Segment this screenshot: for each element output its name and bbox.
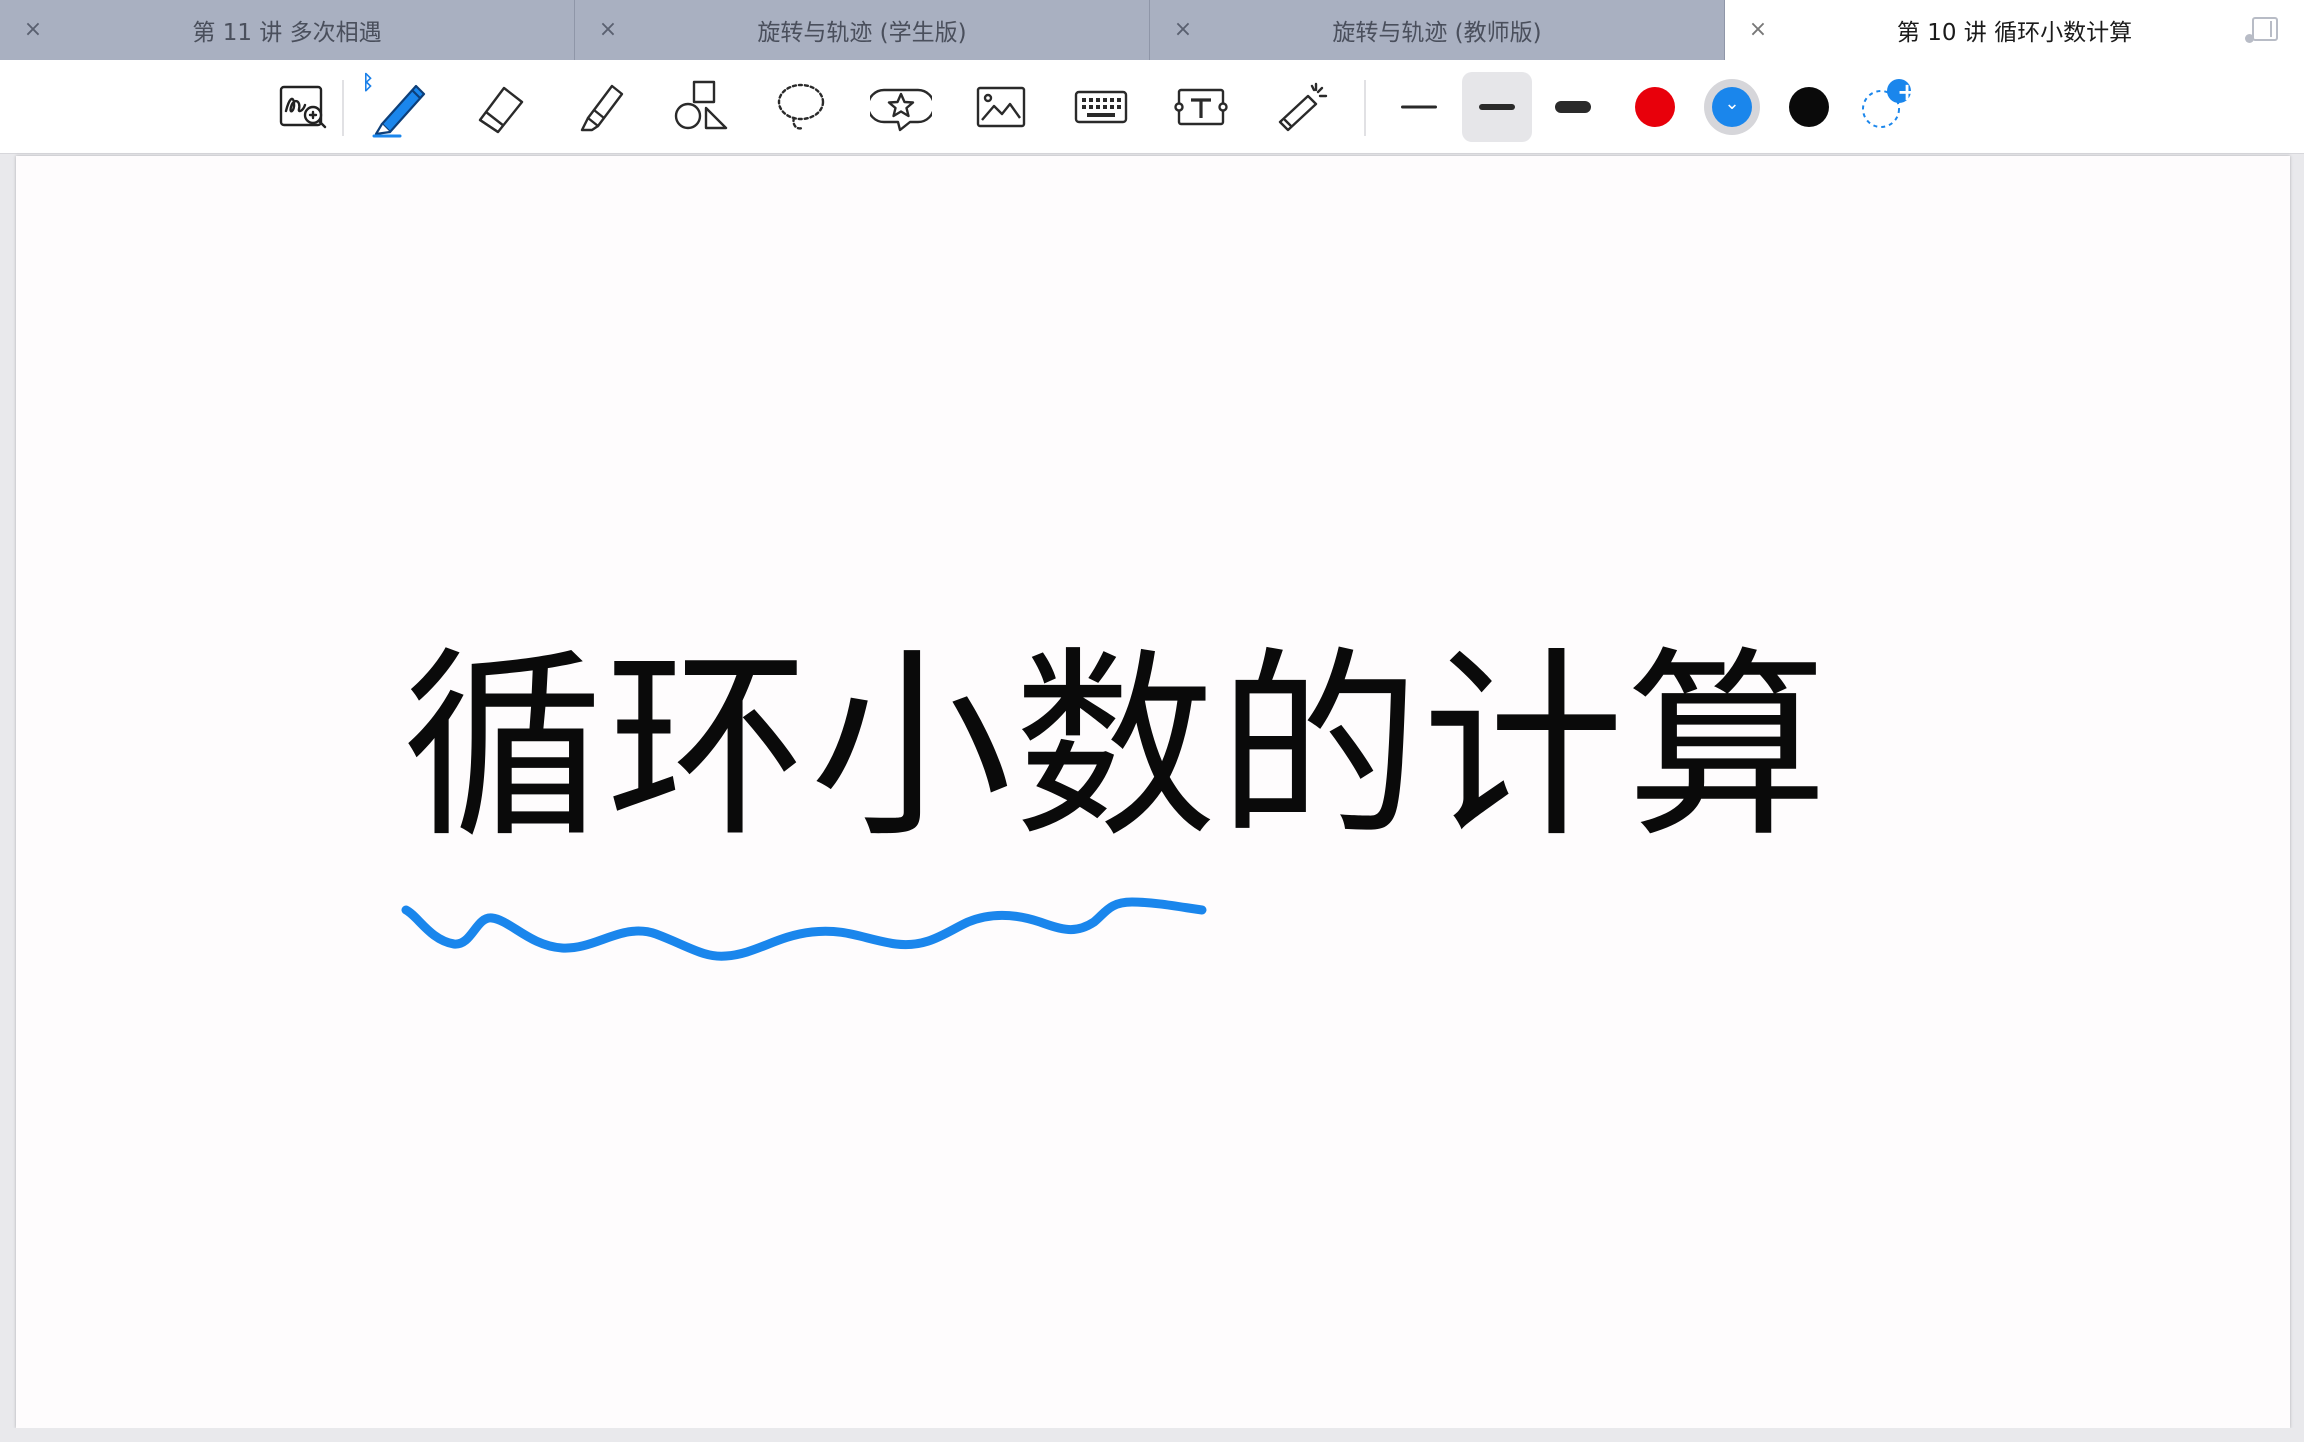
plus-icon: + [1897, 78, 1918, 106]
tab-close-icon[interactable]: × [1170, 16, 1196, 42]
red-dot [1635, 87, 1675, 127]
tab-bar: × 第 11 讲 多次相遇 × 旋转与轨迹 (学生版) × 旋转与轨迹 (教师版… [0, 0, 2304, 60]
lasso-icon[interactable] [766, 72, 836, 142]
tab-label: 旋转与轨迹 (学生版) [757, 20, 967, 46]
add-color-button[interactable]: + [1850, 72, 1920, 142]
image-icon[interactable] [966, 72, 1036, 142]
split-view-icon[interactable] [2245, 17, 2278, 43]
tab-rotation-teacher[interactable]: × 旋转与轨迹 (教师版) [1150, 0, 1725, 60]
laser-pointer-icon[interactable] [1266, 72, 1336, 142]
note-page[interactable]: 循环小数的计算 [16, 156, 2290, 1428]
tab-multiple-meetings[interactable]: × 第 11 讲 多次相遇 [0, 0, 575, 60]
highlighter-icon[interactable] [566, 72, 636, 142]
stroke-width-medium[interactable] [1462, 72, 1532, 142]
tab-recurring-decimals[interactable]: × 第 10 讲 循环小数计算 [1725, 0, 2304, 60]
stroke-width-thick[interactable] [1538, 72, 1608, 142]
keyboard-icon[interactable] [1066, 72, 1136, 142]
tab-label: 第 10 讲 循环小数计算 [1896, 20, 2133, 46]
zoom-write-icon[interactable] [268, 72, 338, 142]
stroke-width-thin[interactable] [1384, 72, 1454, 142]
eraser-icon[interactable] [466, 72, 536, 142]
underline-ink-stroke [401, 897, 1207, 961]
toolbar: ᛒ ⌄ + [0, 60, 2304, 154]
sticker-icon[interactable] [866, 72, 936, 142]
shapes-icon[interactable] [666, 72, 736, 142]
tab-label: 旋转与轨迹 (教师版) [1332, 20, 1542, 46]
color-blue-swatch[interactable]: ⌄ [1697, 72, 1767, 142]
pen-icon[interactable] [366, 72, 436, 142]
tab-close-icon[interactable]: × [1745, 16, 1771, 42]
text-box-icon[interactable] [1166, 72, 1236, 142]
chevron-down-icon: ⌄ [1724, 93, 1740, 114]
color-red-swatch[interactable] [1620, 72, 1690, 142]
tab-close-icon[interactable]: × [20, 16, 46, 42]
color-black-swatch[interactable] [1774, 72, 1844, 142]
tab-rotation-student[interactable]: × 旋转与轨迹 (学生版) [575, 0, 1150, 60]
tab-close-icon[interactable]: × [595, 16, 621, 42]
tab-label: 第 11 讲 多次相遇 [192, 20, 382, 46]
